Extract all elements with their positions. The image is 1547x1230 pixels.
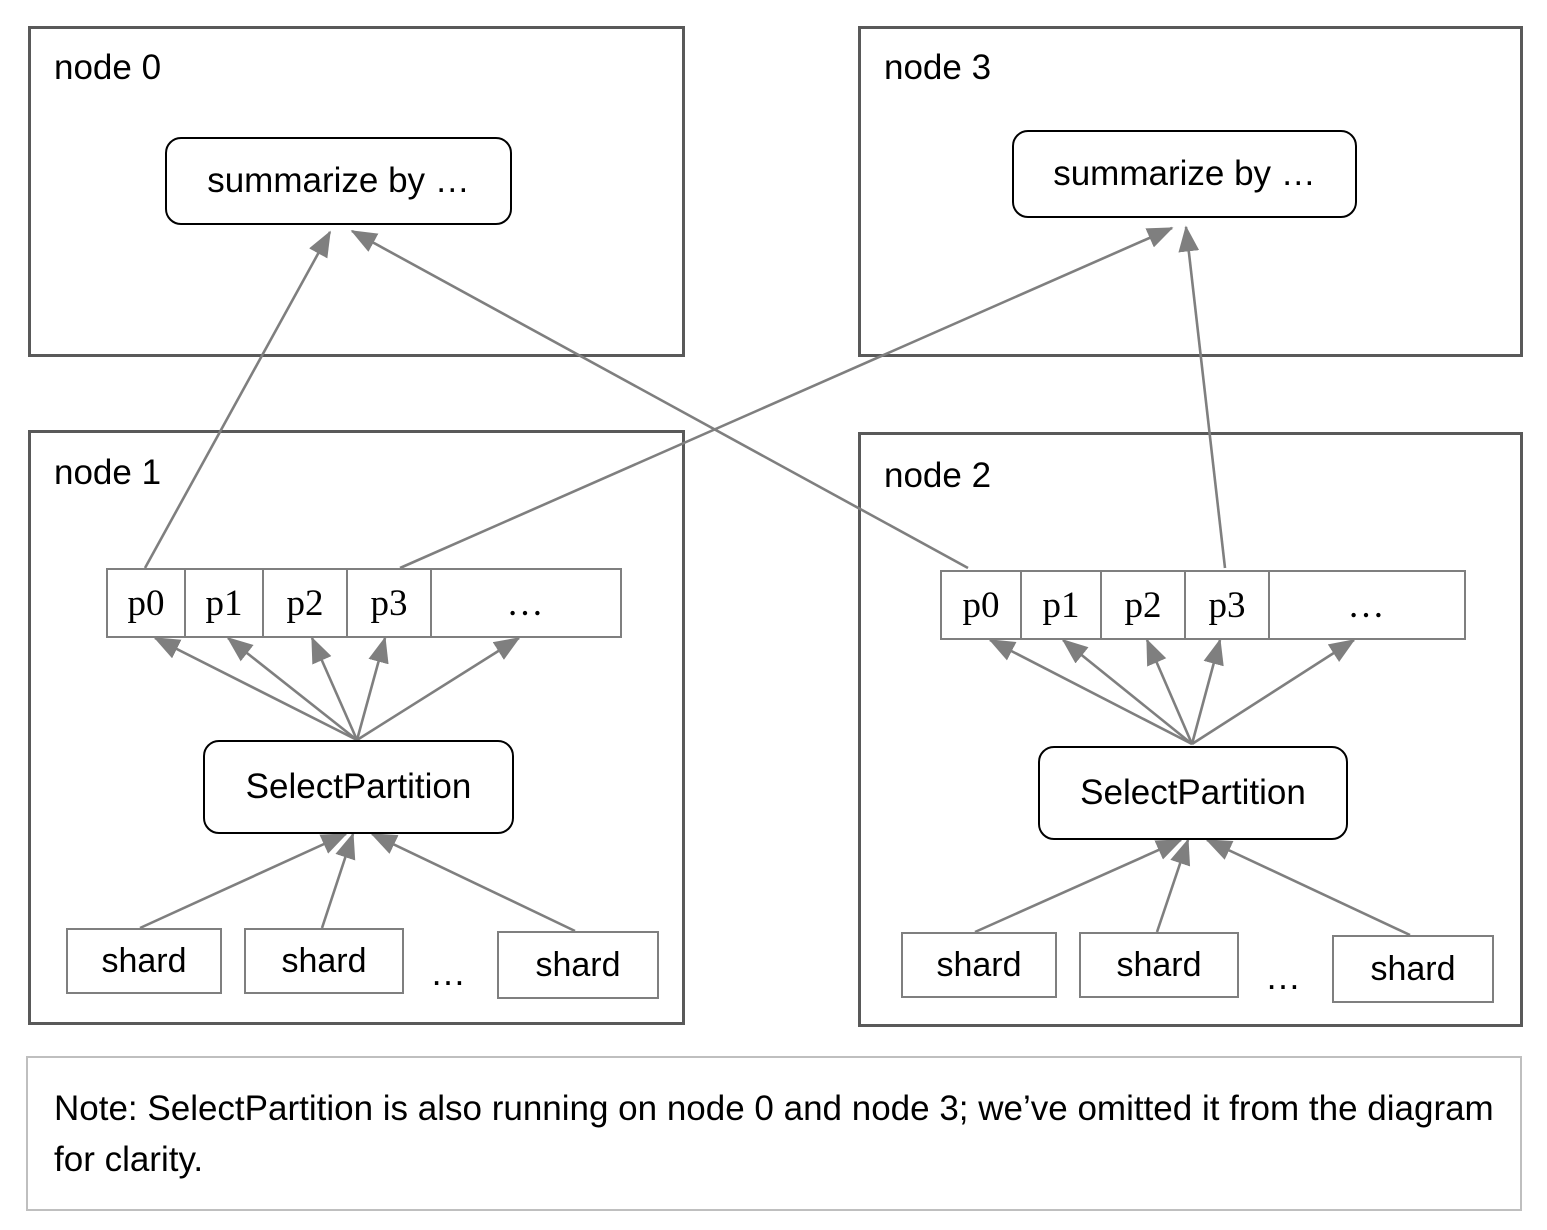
shard-box-node2-1[interactable]: shard: [901, 932, 1057, 998]
summarize-label-node0: summarize by …: [207, 161, 470, 200]
shard-box-node1-1[interactable]: shard: [66, 928, 222, 994]
partition-cell-p0-node1[interactable]: p0: [106, 568, 184, 638]
shard-box-node1-3[interactable]: shard: [497, 931, 659, 999]
diagram-canvas: node 0 summarize by … node 3 summarize b…: [0, 0, 1547, 1230]
shard-ellipsis-node2: …: [1265, 956, 1305, 997]
shard-label: shard: [281, 941, 367, 980]
select-partition-box-node2[interactable]: SelectPartition: [1038, 746, 1348, 840]
partition-cell-more-node2[interactable]: …: [1268, 570, 1466, 640]
partition-cell-more-node1[interactable]: …: [430, 568, 622, 638]
partition-cell-p3-node1[interactable]: p3: [346, 568, 430, 638]
partition-row-node2: p0 p1 p2 p3 …: [940, 570, 1466, 640]
partition-cell-p1-node1[interactable]: p1: [184, 568, 262, 638]
partition-cell-p2-node1[interactable]: p2: [262, 568, 346, 638]
partition-cell-p3-node2[interactable]: p3: [1184, 570, 1268, 640]
node-label-node2: node 2: [884, 456, 992, 495]
shard-box-node2-3[interactable]: shard: [1332, 935, 1494, 1003]
node-label-node1: node 1: [54, 453, 162, 492]
shard-box-node2-2[interactable]: shard: [1079, 932, 1239, 998]
select-partition-label-node1: SelectPartition: [245, 767, 472, 806]
partition-cell-p2-node2[interactable]: p2: [1100, 570, 1184, 640]
partition-label: p1: [1042, 584, 1080, 626]
partition-label: …: [1347, 584, 1387, 626]
partition-label: p1: [205, 582, 243, 624]
shard-label: shard: [1116, 945, 1202, 984]
node-label-node3: node 3: [884, 48, 992, 87]
summarize-label-node3: summarize by …: [1053, 154, 1316, 193]
summarize-box-node0[interactable]: summarize by …: [165, 137, 512, 225]
note-box: Note: SelectPartition is also running on…: [26, 1056, 1522, 1211]
partition-cell-p0-node2[interactable]: p0: [940, 570, 1020, 640]
partition-label: …: [506, 582, 546, 624]
node-label-node0: node 0: [54, 48, 162, 87]
shard-label: shard: [101, 941, 187, 980]
partition-cell-p1-node2[interactable]: p1: [1020, 570, 1100, 640]
partition-label: p2: [1124, 584, 1162, 626]
summarize-box-node3[interactable]: summarize by …: [1012, 130, 1357, 218]
shard-box-node1-2[interactable]: shard: [244, 928, 404, 994]
shard-label: shard: [936, 945, 1022, 984]
partition-label: p2: [286, 582, 324, 624]
select-partition-box-node1[interactable]: SelectPartition: [203, 740, 514, 834]
partition-label: p3: [1208, 584, 1246, 626]
partition-row-node1: p0 p1 p2 p3 …: [106, 568, 622, 638]
shard-ellipsis-node1: …: [430, 952, 470, 993]
partition-label: p0: [127, 582, 165, 624]
select-partition-label-node2: SelectPartition: [1080, 773, 1306, 812]
shard-label: shard: [1370, 949, 1456, 988]
partition-label: p3: [370, 582, 408, 624]
note-text: Note: SelectPartition is also running on…: [54, 1089, 1494, 1179]
partition-label: p0: [962, 584, 1000, 626]
shard-label: shard: [535, 945, 621, 984]
